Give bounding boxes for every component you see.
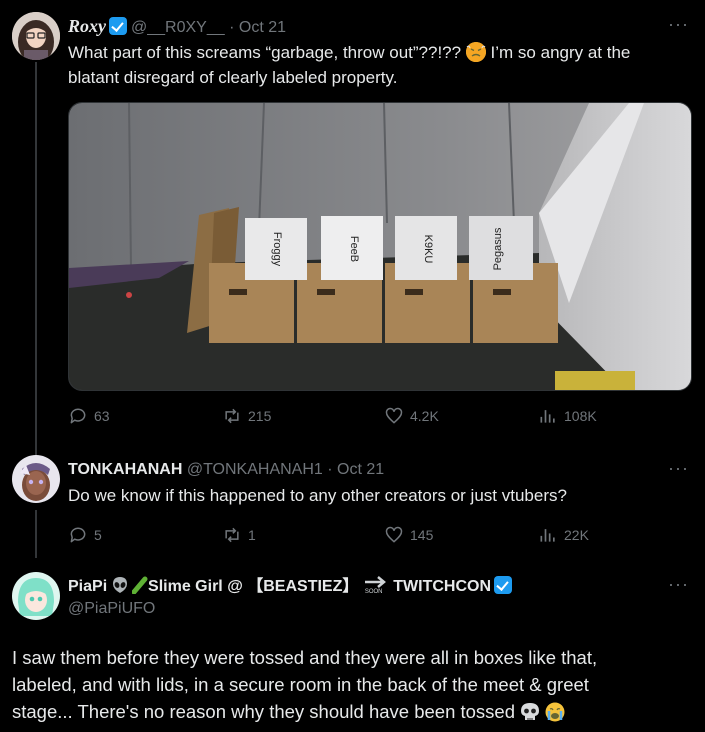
- verified-badge-icon[interactable]: [109, 17, 127, 35]
- cucumber-emoji-icon: [131, 576, 148, 595]
- verified-badge-icon[interactable]: [494, 576, 513, 594]
- box-label: Froggy: [271, 232, 283, 267]
- tweet-header: PiaPi Slime Girl @ 【BEASTIEZ】 SOON TWITC…: [68, 576, 516, 597]
- reply-icon: [70, 408, 86, 424]
- box-label: FeeB: [348, 236, 360, 262]
- retweet-button[interactable]: 1: [222, 525, 256, 545]
- reply-count: 5: [94, 527, 102, 543]
- tweet-text: What part of this screams “garbage, thro…: [68, 40, 693, 90]
- tweet-actions: 5 1 145 22K: [68, 525, 628, 549]
- reply-icon: [70, 527, 86, 543]
- soon-label: SOON: [364, 589, 383, 595]
- avatar[interactable]: [12, 572, 60, 620]
- display-name-suffix[interactable]: TWITCHCON: [393, 578, 491, 595]
- tweet-roxy[interactable]: Roxy @__R0XY__ · Oct 21 ··· What part of …: [0, 0, 705, 445]
- retweet-count: 1: [248, 527, 256, 543]
- avatar[interactable]: [12, 12, 60, 60]
- tweet-text-line: stage... There's no reason why they shou…: [12, 701, 516, 722]
- like-icon: [385, 526, 403, 543]
- timestamp[interactable]: · Oct 21: [327, 461, 384, 478]
- tweet-text-line: I saw them before they were tossed and t…: [12, 647, 598, 668]
- like-count: 145: [410, 527, 434, 543]
- tweet-text-line: blatant disregard of clearly labeled pro…: [68, 68, 398, 87]
- more-icon[interactable]: ···: [668, 574, 689, 595]
- handle[interactable]: @__R0XY__: [131, 19, 225, 36]
- retweet-icon: [225, 527, 239, 543]
- skull-emoji-icon: [520, 702, 540, 722]
- reply-button[interactable]: 63: [68, 406, 110, 426]
- tweet-photo[interactable]: Froggy FeeB K9KU Pegasus: [68, 102, 692, 391]
- angry-face-emoji-icon: [465, 42, 486, 62]
- alien-emoji-icon: [112, 576, 128, 594]
- tweet-actions: 63 215 4.2K 108K: [68, 406, 628, 430]
- tweet-header: TONKAHANAH @TONKAHANAH1 · Oct 21: [68, 460, 384, 480]
- like-button[interactable]: 145: [384, 525, 433, 545]
- box-label: Pegasus: [492, 227, 504, 270]
- soon-arrow-icon: SOON: [363, 576, 389, 596]
- handle[interactable]: @TONKAHANAH1: [187, 461, 323, 478]
- crying-face-emoji-icon: [545, 702, 565, 722]
- display-name[interactable]: TONKAHANAH: [68, 461, 182, 478]
- retweet-icon: [225, 408, 239, 424]
- tweet-text-line: labeled, and with lids, in a secure room…: [12, 674, 589, 695]
- tweet-piapi[interactable]: PiaPi Slime Girl @ 【BEASTIEZ】 SOON TWITC…: [0, 560, 705, 732]
- views-count: 108K: [564, 408, 597, 424]
- tweet-text: Do we know if this happened to any other…: [68, 486, 567, 505]
- display-name[interactable]: Roxy: [68, 16, 106, 36]
- display-name[interactable]: PiaPi: [68, 578, 107, 595]
- like-icon: [385, 407, 403, 424]
- more-icon[interactable]: ···: [668, 458, 689, 479]
- views-button[interactable]: 108K: [538, 406, 597, 426]
- tweet-text: I saw them before they were tossed and t…: [12, 644, 692, 725]
- display-name-text[interactable]: Slime Girl @ 【BEASTIEZ】: [148, 578, 358, 595]
- tweet-header: Roxy @__R0XY__ · Oct 21: [68, 16, 286, 38]
- box-label: K9KU: [422, 235, 434, 264]
- views-icon: [540, 529, 555, 542]
- tweet-text-line: I’m so angry at the: [490, 43, 631, 62]
- more-icon[interactable]: ···: [668, 14, 689, 35]
- tweet-text-line: What part of this screams “garbage, thro…: [68, 43, 462, 62]
- views-count: 22K: [564, 527, 589, 543]
- reply-count: 63: [94, 408, 110, 424]
- retweet-button[interactable]: 215: [222, 406, 271, 426]
- retweet-count: 215: [248, 408, 272, 424]
- tweet-tonkahanah[interactable]: TONKAHANAH @TONKAHANAH1 · Oct 21 ··· Do …: [0, 445, 705, 555]
- like-button[interactable]: 4.2K: [384, 406, 439, 426]
- views-icon: [540, 410, 555, 423]
- views-button[interactable]: 22K: [538, 525, 589, 545]
- avatar[interactable]: [12, 455, 60, 503]
- handle[interactable]: @PiaPiUFO: [68, 599, 155, 619]
- reply-button[interactable]: 5: [68, 525, 102, 545]
- timestamp[interactable]: · Oct 21: [229, 19, 286, 36]
- like-count: 4.2K: [410, 408, 439, 424]
